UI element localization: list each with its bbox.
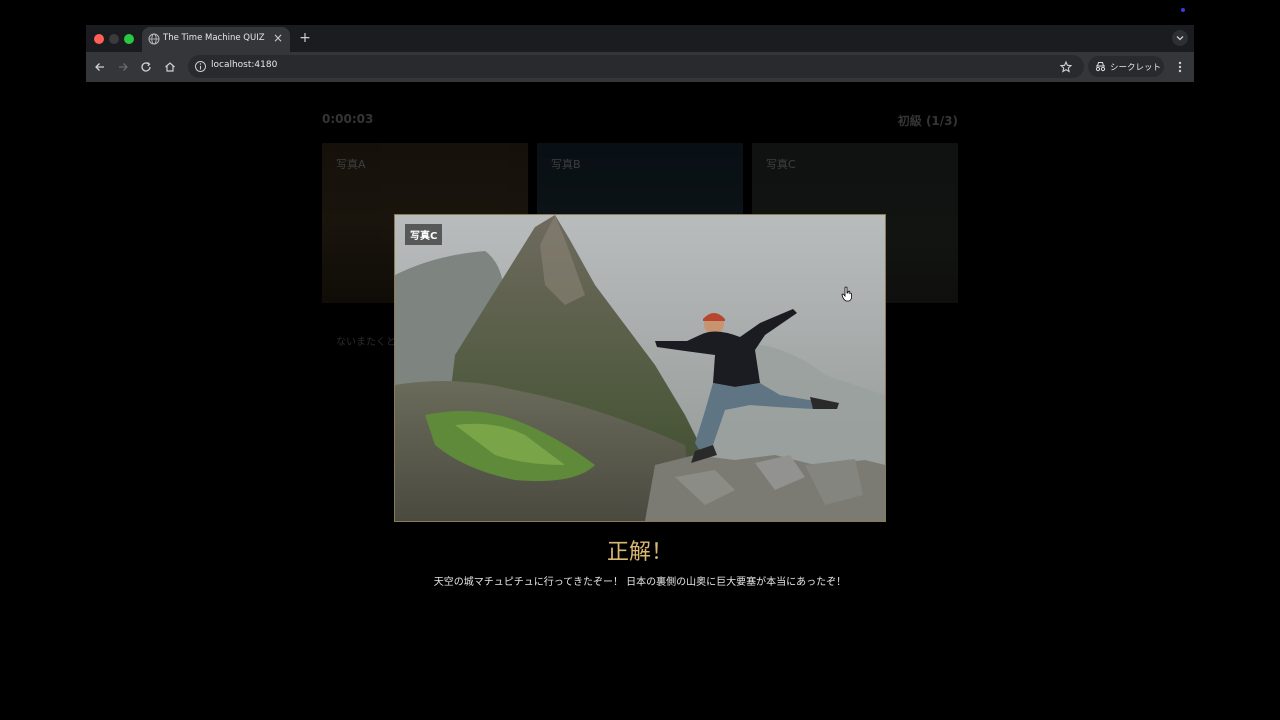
tab-bar: The Time Machine QUIZ × + bbox=[86, 25, 1194, 52]
close-tab-icon[interactable]: × bbox=[271, 31, 285, 45]
close-window-button[interactable] bbox=[94, 34, 104, 44]
chevron-down-icon bbox=[1176, 36, 1184, 41]
globe-icon bbox=[148, 33, 160, 45]
address-bar[interactable]: localhost:4180 bbox=[188, 55, 1084, 78]
new-tab-button[interactable]: + bbox=[297, 30, 313, 46]
machu-picchu-photo bbox=[395, 215, 885, 521]
result-message: 天空の城マチュピチュに行ってきたぞー！ 日本の裏側の山奥に巨大要塞が本当にあった… bbox=[433, 577, 847, 588]
info-icon[interactable] bbox=[194, 60, 207, 73]
timer: 0:00:03 bbox=[322, 112, 374, 126]
minimize-window-button[interactable] bbox=[109, 34, 119, 44]
maximize-window-button[interactable] bbox=[124, 34, 134, 44]
incognito-badge[interactable]: シークレット bbox=[1088, 56, 1164, 77]
screen-recording-indicator bbox=[1181, 8, 1185, 12]
photo-label: 写真C bbox=[405, 224, 443, 245]
incognito-icon bbox=[1095, 62, 1106, 72]
browser-window: The Time Machine QUIZ × + localhost:4180… bbox=[86, 25, 1194, 82]
incognito-label: シークレット bbox=[1110, 63, 1162, 73]
answer-photo: 写真C bbox=[394, 214, 886, 522]
photo-card-label: 写真A bbox=[336, 158, 366, 171]
tab-title: The Time Machine QUIZ bbox=[163, 33, 265, 43]
back-arrow-icon[interactable] bbox=[92, 59, 108, 75]
level-indicator: 初級 (1/3) bbox=[897, 114, 958, 128]
browser-tab[interactable]: The Time Machine QUIZ × bbox=[142, 27, 290, 52]
home-icon[interactable] bbox=[162, 59, 178, 75]
photo-card-label: 写真B bbox=[551, 158, 581, 171]
bookmark-star-icon[interactable] bbox=[1058, 59, 1074, 75]
hand-cursor-icon bbox=[841, 286, 853, 302]
tab-search-button[interactable] bbox=[1172, 30, 1188, 46]
forward-arrow-icon[interactable] bbox=[115, 59, 131, 75]
menu-dots-icon[interactable] bbox=[1172, 59, 1188, 75]
reload-icon[interactable] bbox=[138, 59, 154, 75]
result-title: 正解！ bbox=[606, 540, 673, 565]
photo-card-label: 写真C bbox=[766, 158, 796, 171]
url-text: localhost:4180 bbox=[211, 60, 278, 70]
browser-toolbar: localhost:4180 シークレット bbox=[86, 52, 1194, 82]
